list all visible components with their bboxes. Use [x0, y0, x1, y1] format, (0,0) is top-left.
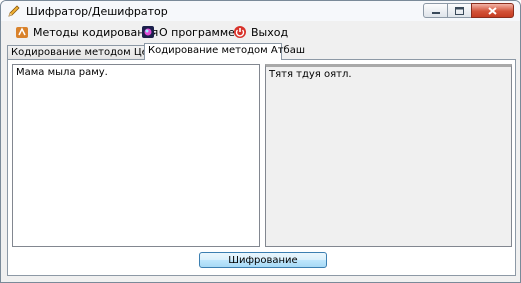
menu-label: О программе — [159, 25, 235, 39]
tab-panel: Мама мыла раму. Тятя тдуя оятл. Шифрован… — [7, 59, 516, 276]
encoding-methods-icon — [16, 27, 28, 38]
minimize-button[interactable] — [423, 3, 448, 18]
menu-label: Методы кодирования — [33, 25, 159, 39]
input-textbox[interactable]: Мама мыла раму. — [12, 64, 260, 247]
close-icon — [488, 6, 497, 15]
close-button[interactable] — [471, 3, 514, 18]
menu-label: Выход — [251, 25, 289, 39]
maximize-icon — [455, 6, 464, 15]
maximize-button[interactable] — [447, 3, 472, 18]
tab-caesar[interactable]: Кодирование методом Цезаря — [7, 45, 172, 60]
window-title: Шифратор/Дешифратор — [26, 5, 168, 18]
title-bar[interactable]: Шифратор/Дешифратор — [1, 1, 520, 21]
menu-item-about[interactable]: О программе — [141, 24, 235, 40]
output-textbox[interactable]: Тятя тдуя оятл. — [265, 64, 512, 247]
menu-bar: Методы кодирования О программе Выход — [1, 22, 520, 42]
about-icon — [142, 26, 154, 38]
minimize-icon — [431, 11, 440, 14]
encode-button[interactable]: Шифрование — [199, 252, 327, 268]
window-controls — [423, 3, 514, 18]
pencil-icon — [8, 5, 20, 17]
menu-item-encoding-methods[interactable]: Методы кодирования — [15, 24, 158, 40]
tab-atbash[interactable]: Кодирование методом Атбаш — [144, 43, 305, 60]
exit-icon — [234, 26, 246, 38]
app-window: Шифратор/Дешифратор Методы кодирования О… — [0, 0, 521, 283]
menu-item-exit[interactable]: Выход — [233, 24, 288, 40]
